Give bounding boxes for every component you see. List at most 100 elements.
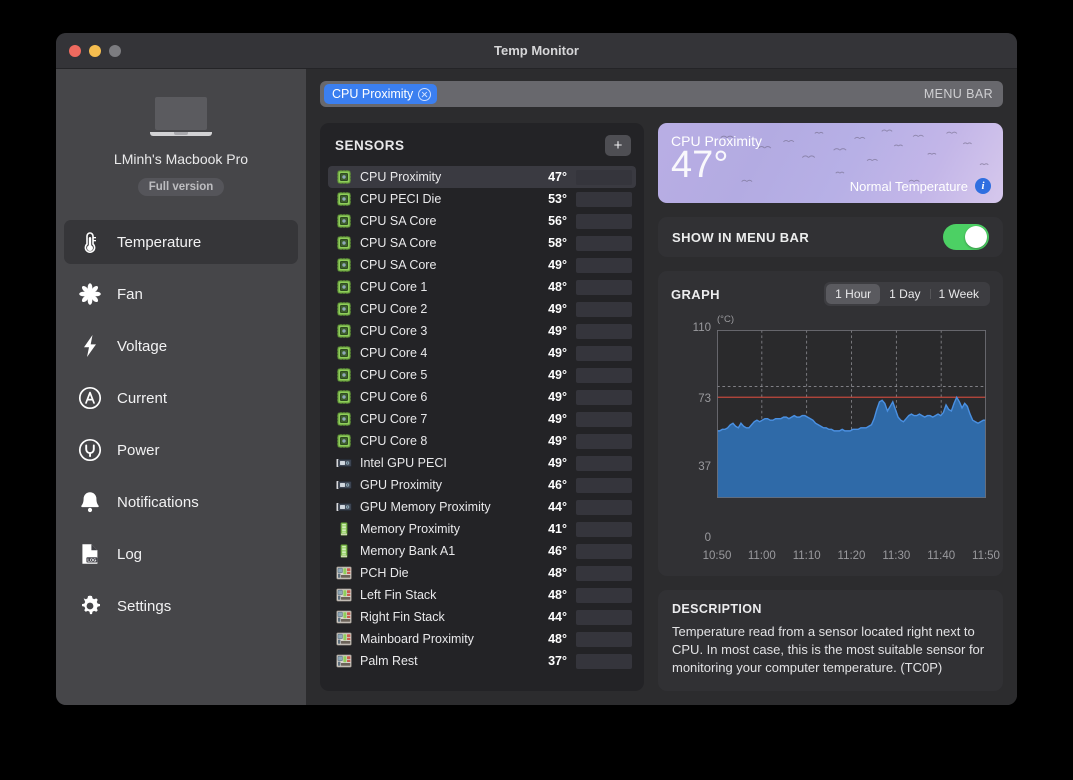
range-1-hour[interactable]: 1 Hour	[826, 284, 881, 304]
sensor-level-bar	[576, 257, 632, 273]
x-axis-tick: 11:20	[837, 550, 866, 562]
sidebar-item-current[interactable]: Current	[64, 376, 298, 420]
sensor-name: CPU Core 8	[360, 434, 428, 448]
sensor-row[interactable]: CPU SA Core 56°	[328, 210, 636, 232]
sidebar-item-voltage[interactable]: Voltage	[64, 324, 298, 368]
title-bar: Temp Monitor	[56, 33, 1017, 69]
show-in-menu-bar-toggle[interactable]	[943, 224, 989, 250]
sensor-row[interactable]: CPU Core 4 49°	[328, 342, 636, 364]
sidebar-item-label: Power	[117, 441, 160, 459]
sensor-name: GPU Proximity	[360, 478, 442, 492]
sensor-row[interactable]: CPU Core 8 49°	[328, 430, 636, 452]
sensor-name: Memory Bank A1	[360, 544, 456, 558]
sensor-row[interactable]: PCH Die 48°	[328, 562, 636, 584]
sensor-row[interactable]: CPU SA Core 58°	[328, 232, 636, 254]
close-button[interactable]	[69, 44, 81, 57]
sidebar-item-notifications[interactable]: Notifications	[64, 480, 298, 524]
sidebar-item-label: Log	[117, 545, 143, 563]
sidebar: LMinh's Macbook Pro Full version Tempera…	[56, 69, 306, 705]
show-in-menu-bar-label: SHOW IN MENU BAR	[672, 229, 810, 245]
machine-name: LMinh's Macbook Pro	[113, 151, 249, 167]
cpu-chip-icon	[336, 280, 352, 294]
range-1-week[interactable]: 1 Week	[929, 284, 988, 304]
sensor-level-bar	[576, 235, 632, 251]
sensor-row[interactable]: CPU Core 2 49°	[328, 298, 636, 320]
sensor-name: CPU Proximity	[360, 170, 442, 184]
sensor-value: 49°	[548, 456, 567, 470]
sidebar-item-label: Current	[117, 389, 168, 407]
sensor-row[interactable]: CPU PECI Die 53°	[328, 188, 636, 210]
sidebar-item-label: Fan	[117, 285, 143, 303]
sensor-name: Intel GPU PECI	[360, 456, 447, 470]
mainboard-icon	[336, 610, 352, 624]
cpu-chip-icon	[336, 192, 352, 206]
sensor-value: 49°	[548, 302, 567, 316]
sensor-level-bar	[576, 169, 632, 185]
sensor-row[interactable]: CPU SA Core 49°	[328, 254, 636, 276]
sensor-name: CPU Core 1	[360, 280, 428, 294]
minimize-button[interactable]	[89, 44, 101, 57]
graph-svg	[717, 330, 986, 499]
sensor-level-bar	[576, 653, 632, 669]
description-card: DESCRIPTION Temperature read from a sens…	[658, 590, 1003, 691]
add-sensor-button[interactable]: +	[605, 135, 631, 156]
sensor-row[interactable]: Palm Rest 37°	[328, 650, 636, 672]
sidebar-item-log[interactable]: LOG Log	[64, 532, 298, 576]
range-1-day[interactable]: 1 Day	[880, 284, 929, 304]
sensor-level-bar	[576, 543, 632, 559]
sensor-name: CPU Core 4	[360, 346, 428, 360]
sensor-row[interactable]: CPU Core 1 48°	[328, 276, 636, 298]
sensor-value: 44°	[548, 500, 567, 514]
sensor-row[interactable]: GPU Memory Proximity 44°	[328, 496, 636, 518]
sensor-row[interactable]: Intel GPU PECI 49°	[328, 452, 636, 474]
sensor-row[interactable]: CPU Core 3 49°	[328, 320, 636, 342]
x-axis-tick: 10:50	[702, 550, 732, 562]
sidebar-item-power[interactable]: Power	[64, 428, 298, 472]
graph-plot: (°C) 0 37 73 110 10:50 11:00 11:10 11:20 11:30 11…	[671, 314, 1000, 568]
x-axis-tick: 11:30	[882, 550, 911, 562]
sensor-value: 49°	[548, 368, 567, 382]
cpu-chip-icon	[336, 324, 352, 338]
sensor-level-bar	[576, 345, 632, 361]
sensor-row[interactable]: CPU Core 7 49°	[328, 408, 636, 430]
sensor-value: 48°	[548, 632, 567, 646]
sensor-row[interactable]: CPU Core 6 49°	[328, 386, 636, 408]
sensor-row[interactable]: Memory Proximity 41°	[328, 518, 636, 540]
sidebar-item-label: Settings	[117, 597, 172, 615]
sensor-value: 56°	[548, 214, 567, 228]
sensor-row[interactable]: Right Fin Stack 44°	[328, 606, 636, 628]
memory-stick-icon	[336, 544, 352, 558]
sensor-level-bar	[576, 191, 632, 207]
sensor-chip-cpu-proximity[interactable]: CPU Proximity	[324, 84, 438, 104]
sensor-level-bar	[576, 389, 632, 405]
sensor-row[interactable]: CPU Proximity 47°	[328, 166, 636, 188]
sensor-row[interactable]: Mainboard Proximity 48°	[328, 628, 636, 650]
mainboard-icon	[336, 654, 352, 668]
sensor-level-bar	[576, 609, 632, 625]
cpu-chip-icon	[336, 258, 352, 272]
info-icon[interactable]: i	[975, 178, 991, 194]
sidebar-item-settings[interactable]: Settings	[64, 584, 298, 628]
sensor-level-bar	[576, 499, 632, 515]
maximize-button[interactable]	[109, 44, 121, 57]
graph-range-selector[interactable]: 1 Hour 1 Day 1 Week	[824, 282, 990, 306]
sensor-level-bar	[576, 213, 632, 229]
sensor-row[interactable]: Left Fin Stack 48°	[328, 584, 636, 606]
sensor-name: CPU Core 2	[360, 302, 428, 316]
sensor-row[interactable]: CPU Core 5 49°	[328, 364, 636, 386]
sensor-row[interactable]: GPU Proximity 46°	[328, 474, 636, 496]
graph-card: GRAPH 1 Hour 1 Day 1 Week (°C) 0 37 73 110 1…	[658, 271, 1003, 576]
close-icon[interactable]	[418, 87, 432, 101]
sidebar-item-fan[interactable]: Fan	[64, 272, 298, 316]
sensor-value: 49°	[548, 434, 567, 448]
sensor-row[interactable]: Memory Bank A1 46°	[328, 540, 636, 562]
sidebar-item-temperature[interactable]: Temperature	[64, 220, 298, 264]
hero-status: Normal Temperature i	[850, 178, 991, 194]
window-title: Temp Monitor	[494, 43, 579, 58]
sensor-list[interactable]: CPU Proximity 47° CPU PECI Die 53° CPU SA Co…	[320, 166, 644, 691]
sensor-name: CPU Core 7	[360, 412, 428, 426]
sidebar-item-label: Voltage	[117, 337, 168, 355]
menu-bar-strip: CPU Proximity MENU BAR	[320, 81, 1003, 107]
mainboard-icon	[336, 588, 352, 602]
cpu-chip-icon	[336, 346, 352, 360]
